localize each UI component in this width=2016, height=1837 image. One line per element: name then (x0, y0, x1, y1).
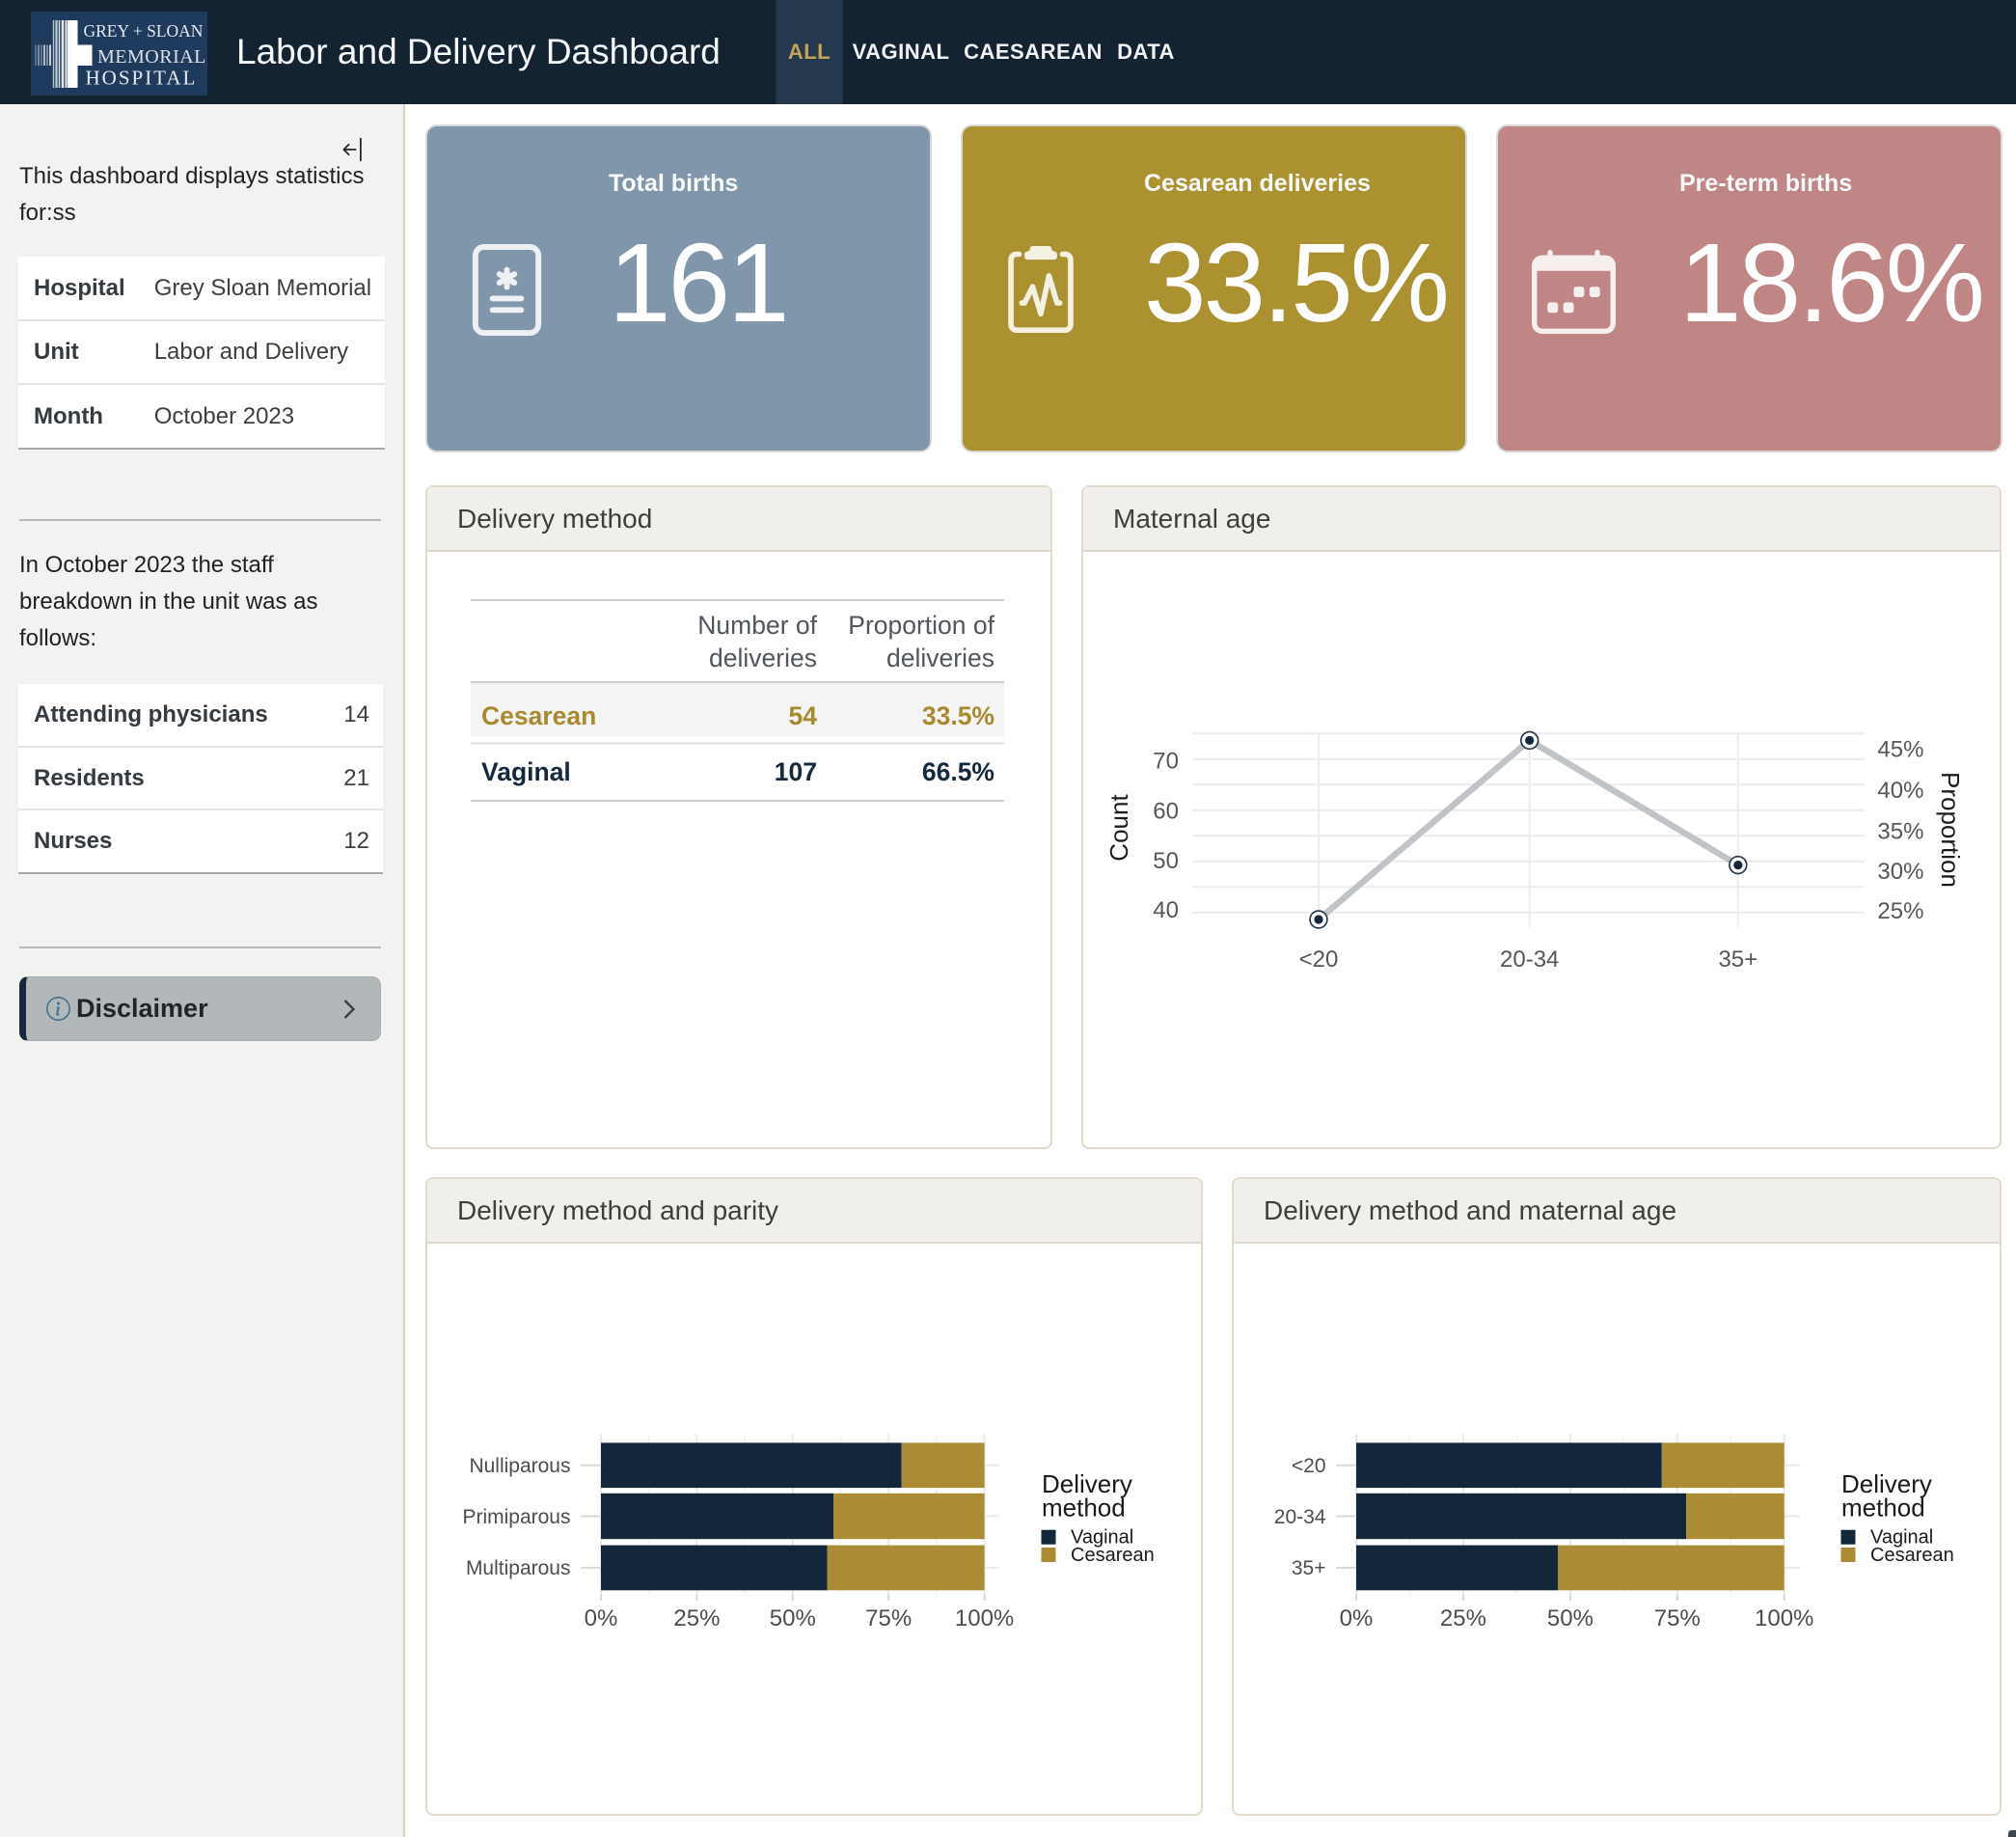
svg-text:<20: <20 (1292, 1455, 1326, 1477)
svg-text:method: method (1841, 1493, 1925, 1522)
svg-text:50%: 50% (770, 1605, 816, 1631)
svg-text:54: 54 (789, 701, 818, 730)
svg-text:75%: 75% (1654, 1605, 1701, 1631)
svg-text:0%: 0% (585, 1605, 618, 1631)
svg-text:<20: <20 (1299, 946, 1339, 973)
svg-text:40%: 40% (1877, 778, 1923, 804)
svg-text:Proportion of: Proportion of (848, 611, 994, 640)
svg-text:35+: 35+ (1718, 946, 1757, 973)
svg-text:MEMORIAL: MEMORIAL (97, 46, 206, 68)
svg-text:20-34: 20-34 (1274, 1506, 1326, 1528)
svg-text:Cesarean: Cesarean (1870, 1545, 1954, 1566)
svg-text:33.5%: 33.5% (922, 701, 994, 730)
svg-text:100%: 100% (1755, 1605, 1813, 1631)
svg-text:20-34: 20-34 (1500, 946, 1559, 973)
svg-text:66.5%: 66.5% (922, 757, 994, 786)
svg-text:35%: 35% (1877, 818, 1923, 844)
svg-text:75%: 75% (865, 1605, 912, 1631)
svg-text:Cesarean: Cesarean (1071, 1545, 1155, 1566)
svg-text:Nulliparous: Nulliparous (469, 1455, 570, 1477)
svg-text:30%: 30% (1877, 859, 1923, 885)
svg-text:Vaginal: Vaginal (481, 757, 571, 786)
svg-text:100%: 100% (955, 1605, 1014, 1631)
svg-text:45%: 45% (1877, 736, 1923, 762)
svg-text:50: 50 (1153, 848, 1179, 874)
svg-text:25%: 25% (1877, 898, 1923, 924)
svg-text:deliveries: deliveries (886, 644, 994, 672)
svg-text:Primiparous: Primiparous (462, 1506, 570, 1528)
svg-text:HOSPITAL: HOSPITAL (86, 67, 198, 90)
svg-text:Number of: Number of (697, 611, 817, 640)
svg-text:60: 60 (1153, 799, 1179, 825)
svg-text:Multiparous: Multiparous (466, 1557, 571, 1579)
svg-text:GREY + SLOAN: GREY + SLOAN (84, 21, 204, 41)
svg-text:50%: 50% (1547, 1605, 1594, 1631)
svg-text:0%: 0% (1340, 1605, 1374, 1631)
svg-text:35+: 35+ (1292, 1557, 1326, 1579)
svg-text:107: 107 (775, 757, 817, 786)
svg-text:40: 40 (1153, 897, 1179, 923)
svg-text:70: 70 (1153, 749, 1179, 775)
svg-text:Proportion: Proportion (1936, 772, 1965, 888)
svg-text:method: method (1042, 1493, 1126, 1522)
svg-text:Count: Count (1104, 794, 1133, 862)
svg-text:deliveries: deliveries (709, 644, 817, 672)
svg-text:25%: 25% (673, 1605, 720, 1631)
svg-text:25%: 25% (1440, 1605, 1486, 1631)
svg-text:Cesarean: Cesarean (481, 701, 596, 730)
